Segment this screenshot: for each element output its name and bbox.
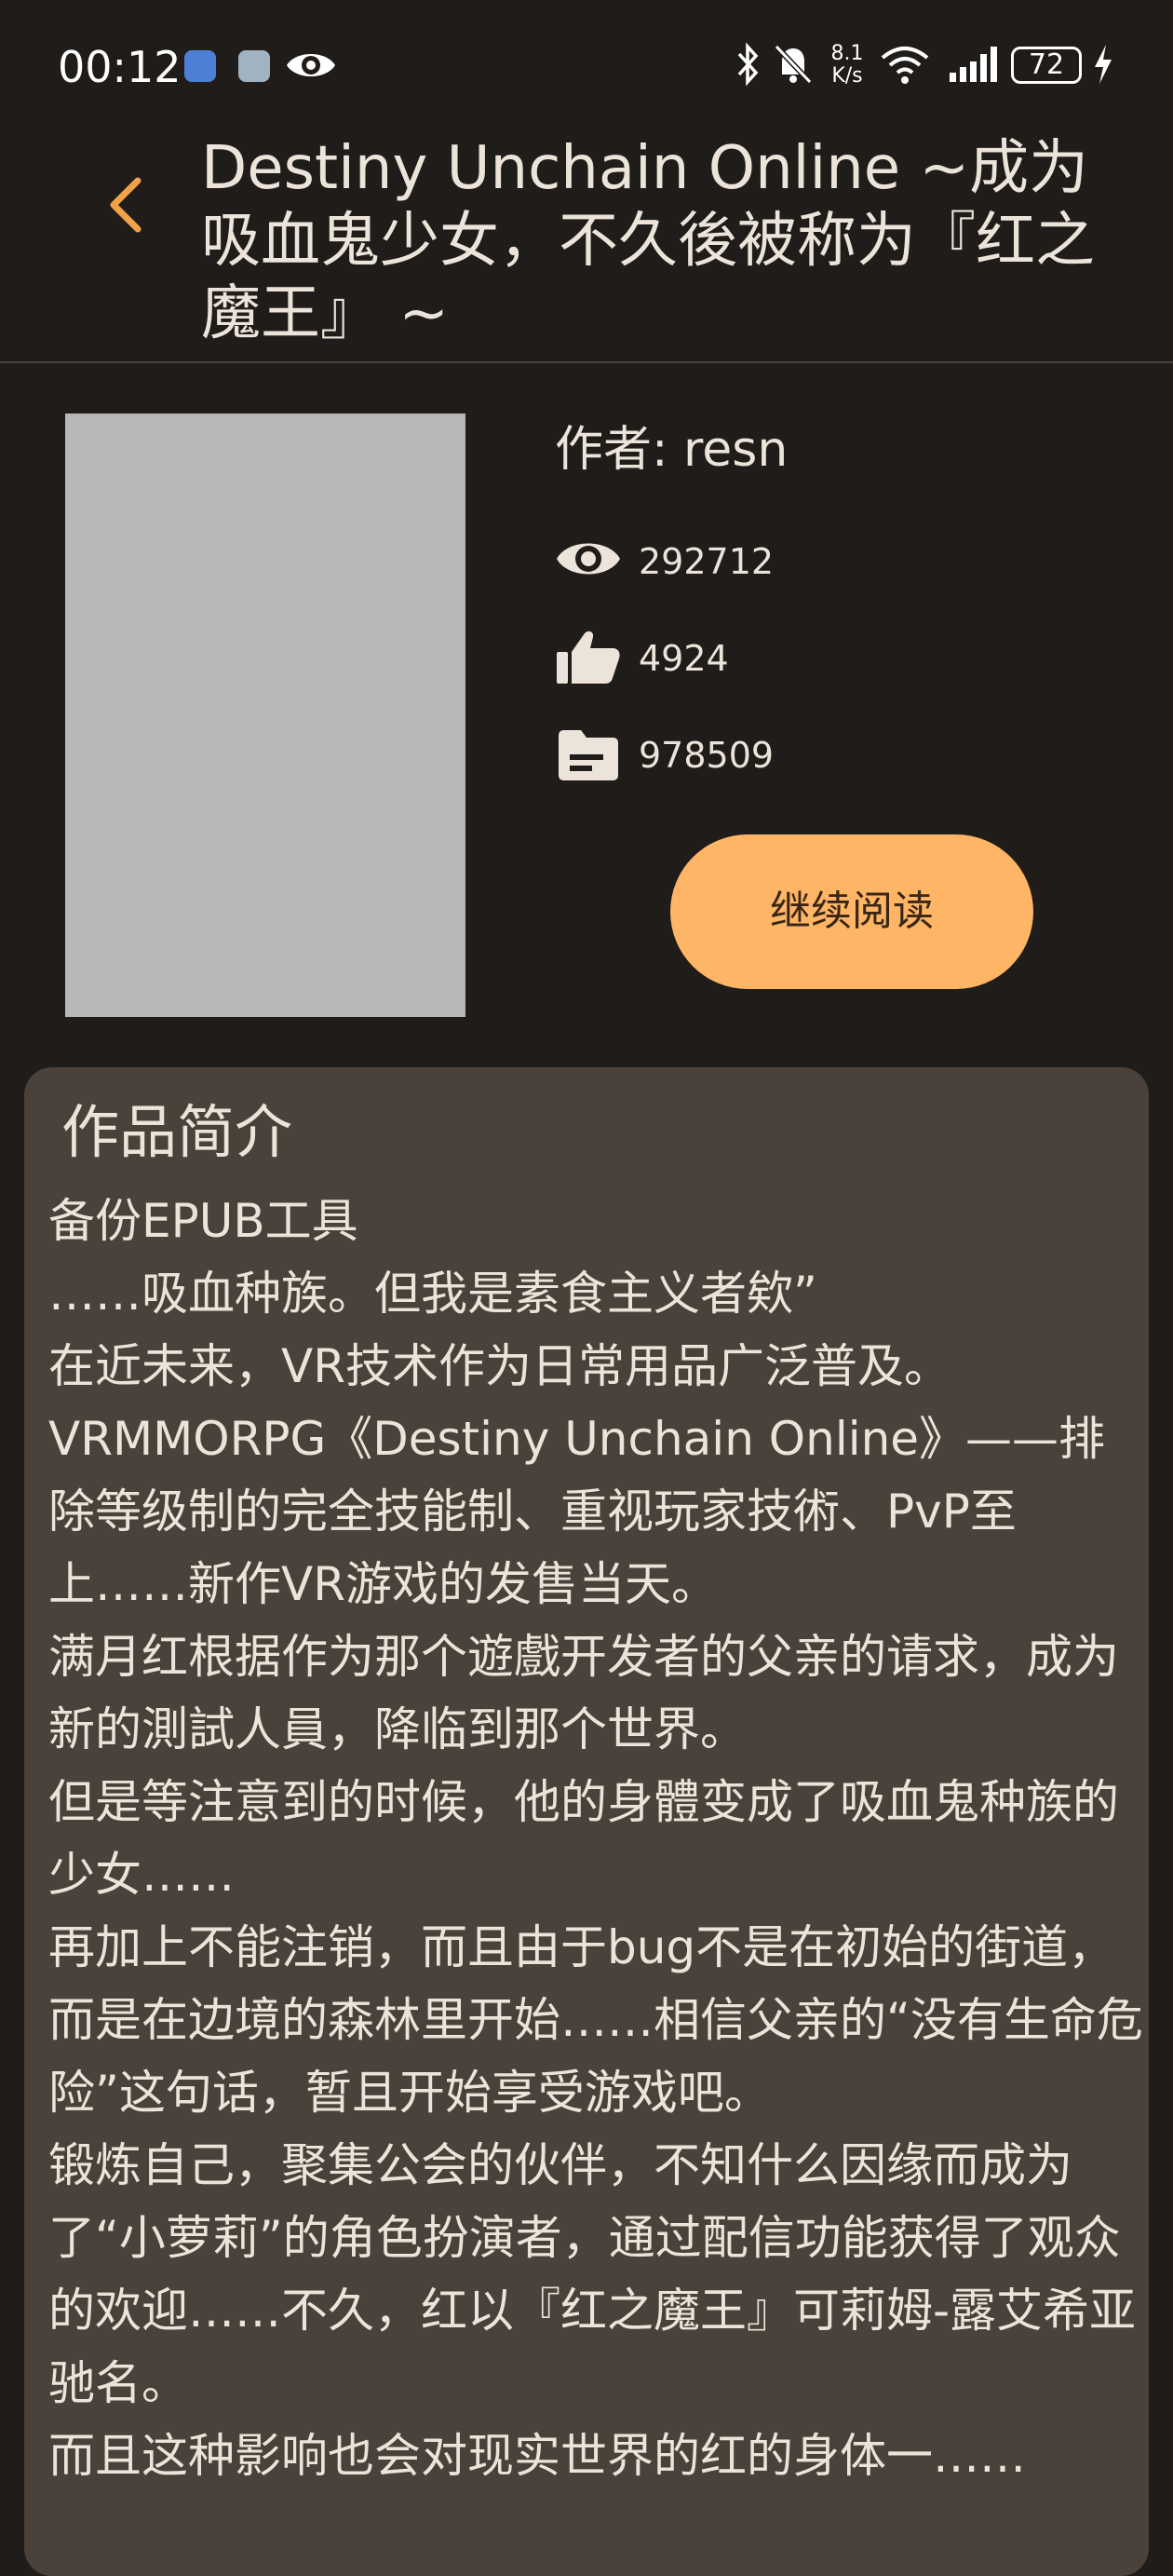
battery-icon: 72 (1011, 47, 1082, 84)
synopsis-paragraph: 而且这种影响也会对现实世界的红的身体一…… (48, 2429, 1026, 2483)
thumbs-up-icon (557, 630, 620, 684)
likes-stat: 4924 (555, 624, 1020, 689)
app-notification-icon (184, 50, 216, 82)
wifi-icon (881, 47, 929, 84)
words-stat: 978509 (555, 721, 1020, 786)
synopsis-paragraph: ……吸血种族。但我是素食主义者欸” (48, 1267, 817, 1321)
synopsis-text: 备份EPUB工具 ……吸血种族。但我是素食主义者欸” 在近未来，VR技术作为日常… (48, 1185, 1147, 2492)
eye-icon (557, 543, 620, 575)
synopsis-paragraph: 满月红根据作为那个遊戲开发者的父亲的请求，成为新的測試人員，降临到那个世界。 (48, 1630, 1119, 1756)
continue-reading-button[interactable]: 继续阅读 (670, 834, 1033, 989)
bluetooth-icon (737, 42, 759, 87)
charging-icon (1095, 45, 1112, 84)
synopsis-paragraph: 但是等注意到的时候，他的身體变成了吸血鬼种族的少女…… (48, 1775, 1119, 1902)
chevron-left-icon (110, 177, 142, 233)
status-bar: 00:12 8.1 K/s 72 (0, 0, 1173, 130)
document-icon (559, 730, 618, 780)
synopsis-paragraph: 在近未来，VR技术作为日常用品广泛普及。 (48, 1339, 951, 1393)
network-speed-unit: K/s (831, 64, 863, 88)
words-count: 978509 (639, 735, 775, 776)
app-notification-icon (238, 50, 270, 82)
signal-icon (950, 47, 997, 82)
views-stat: 292712 (555, 527, 1020, 592)
synopsis-title: 作品简介 (61, 1098, 293, 1166)
page-title: Destiny Unchain Online ~成为吸血鬼少女，不久後被称为『红… (201, 134, 1095, 348)
status-time: 00:12 (58, 42, 182, 92)
header: Destiny Unchain Online ~成为吸血鬼少女，不久後被称为『红… (0, 130, 1173, 363)
network-speed-value: 8.1 (830, 42, 864, 65)
views-count: 292712 (639, 541, 775, 582)
synopsis-paragraph: 再加上不能注销，而且由于bug不是在初始的街道，而是在边境的森林里开始……相信父… (48, 1920, 1143, 2120)
mute-icon (774, 44, 813, 85)
synopsis-card: 作品简介 备份EPUB工具 ……吸血种族。但我是素食主义者欸” 在近未来，VR技… (24, 1067, 1149, 2576)
synopsis-paragraph: VRMMORPG《Destiny Unchain Online》——排除等级制的… (48, 1412, 1106, 1611)
eye-icon (287, 54, 335, 76)
author-label: 作者: resn (555, 422, 789, 478)
network-speed: 8.1 K/s (825, 43, 870, 88)
synopsis-paragraph: 锻炼自己，聚集公会的伙伴，不知什么因缘而成为了“小萝莉”的角色扮演者，通过配信功… (48, 2138, 1137, 2410)
back-button[interactable] (93, 153, 158, 255)
synopsis-paragraph: 备份EPUB工具 (48, 1194, 358, 1248)
likes-count: 4924 (639, 638, 729, 679)
book-cover (65, 414, 465, 1017)
